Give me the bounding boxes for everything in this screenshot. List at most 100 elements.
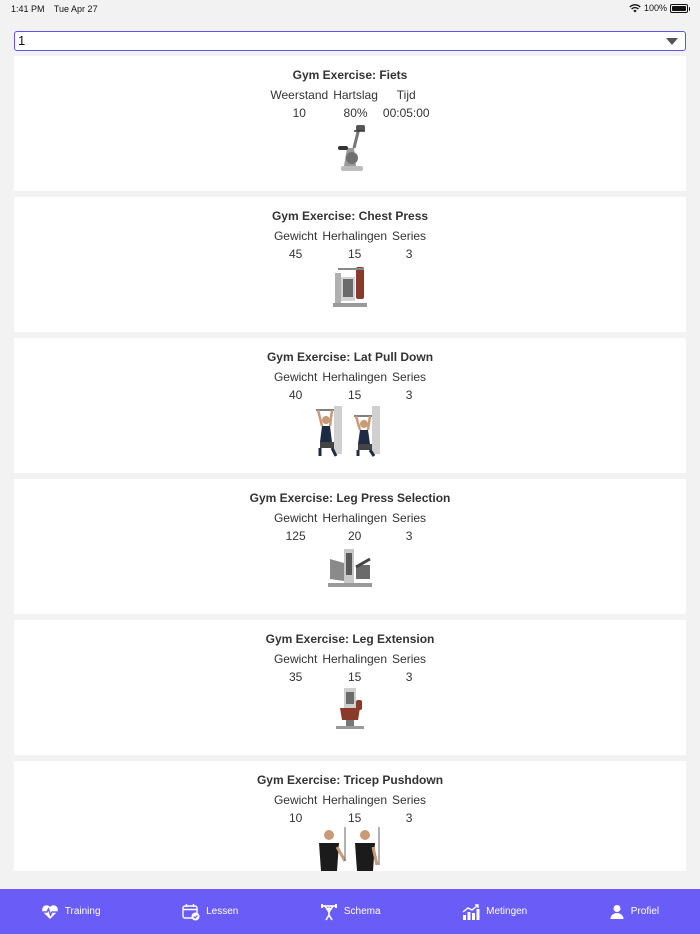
stat-label: Herhalingen bbox=[322, 511, 388, 525]
leg-extension-machine-image bbox=[336, 688, 364, 729]
stat-value: 35 bbox=[288, 670, 303, 684]
stat-value: 3 bbox=[405, 247, 413, 261]
stat-label: Gewicht bbox=[273, 511, 318, 525]
stat-value: 15 bbox=[347, 388, 362, 402]
exercise-image bbox=[14, 263, 686, 317]
exercise-image bbox=[14, 545, 686, 599]
stat-value: 10 bbox=[292, 106, 306, 120]
schedule-select-value: 1 bbox=[18, 33, 26, 48]
exercise-image bbox=[14, 404, 686, 458]
exercise-title: Gym Exercise: Leg Press Selection bbox=[249, 491, 451, 505]
stat-label: Herhalingen bbox=[322, 370, 388, 384]
chest-press-machine-image bbox=[333, 267, 367, 307]
stat-column: Hartslag 80% bbox=[331, 86, 381, 122]
stat-column: Herhalingen 20 bbox=[320, 509, 390, 545]
exercise-card[interactable]: Gym Exercise: Fiets Weerstand 10 Hartsla… bbox=[14, 56, 686, 191]
exercise-stats: Gewicht 40 Herhalingen 15 Series 3 bbox=[14, 368, 686, 404]
battery-icon bbox=[670, 3, 690, 13]
stat-label: Gewicht bbox=[273, 370, 318, 384]
stat-label: Herhalingen bbox=[322, 652, 388, 666]
stat-value: 3 bbox=[405, 811, 413, 825]
battery-percent: 100% bbox=[643, 3, 667, 13]
stat-label: Tijd bbox=[396, 88, 416, 102]
stat-value: 3 bbox=[405, 670, 413, 684]
stat-column: Series 3 bbox=[390, 227, 429, 263]
exercise-stats: Gewicht 125 Herhalingen 20 Series 3 bbox=[14, 509, 686, 545]
stat-value: 20 bbox=[347, 529, 362, 543]
tab-training[interactable]: Training bbox=[41, 904, 101, 920]
status-time: 1:41 PM bbox=[11, 4, 45, 14]
status-date: Tue Apr 27 bbox=[53, 4, 98, 14]
stat-value: 3 bbox=[405, 388, 413, 402]
stat-column: Herhalingen 15 bbox=[320, 368, 390, 404]
exercise-title: Gym Exercise: Fiets bbox=[292, 68, 408, 82]
chevron-down-icon bbox=[666, 38, 678, 45]
tab-label: Lessen bbox=[206, 906, 239, 917]
stat-value: 15 bbox=[347, 811, 362, 825]
exercise-stats: Gewicht 35 Herhalingen 15 Series 3 bbox=[14, 650, 686, 686]
person-icon bbox=[610, 904, 624, 919]
exercise-bike-image bbox=[338, 125, 365, 171]
stat-label: Series bbox=[392, 229, 427, 243]
exercise-title: Gym Exercise: Tricep Pushdown bbox=[256, 773, 444, 787]
tab-label: Schema bbox=[343, 906, 381, 917]
stat-label: Gewicht bbox=[273, 652, 318, 666]
chart-up-icon bbox=[462, 903, 480, 920]
tab-schema[interactable]: Schema bbox=[320, 903, 381, 921]
exercise-stats: Gewicht 10 Herhalingen 15 Series 3 bbox=[14, 791, 686, 827]
status-bar: 1:41 PM Tue Apr 27 100% bbox=[0, 0, 700, 18]
stat-value: 45 bbox=[288, 247, 303, 261]
stat-label: Series bbox=[392, 793, 427, 807]
stat-value: 10 bbox=[288, 811, 303, 825]
stat-value: 00:05:00 bbox=[382, 106, 430, 120]
stat-label: Series bbox=[392, 370, 427, 384]
stat-column: Gewicht 125 bbox=[271, 509, 319, 545]
stat-column: Herhalingen 15 bbox=[320, 227, 390, 263]
stat-label: Hartslag bbox=[333, 88, 378, 102]
stat-column: Gewicht 45 bbox=[271, 227, 319, 263]
lat-pull-down-image bbox=[316, 406, 380, 457]
stat-column: Series 3 bbox=[390, 650, 429, 686]
exercise-card[interactable]: Gym Exercise: Leg Press Selection Gewich… bbox=[14, 479, 686, 614]
stat-value: 15 bbox=[347, 670, 362, 684]
stat-column: Herhalingen 15 bbox=[320, 791, 390, 827]
bottom-tab-bar: Training Lessen Schema Metingen Profiel bbox=[0, 889, 700, 934]
heart-pulse-icon bbox=[41, 904, 58, 919]
exercise-stats: Gewicht 45 Herhalingen 15 Series 3 bbox=[14, 227, 686, 263]
stat-column: Series 3 bbox=[390, 368, 429, 404]
exercise-list[interactable]: Gym Exercise: Fiets Weerstand 10 Hartsla… bbox=[14, 56, 686, 871]
exercise-card[interactable]: Gym Exercise: Tricep Pushdown Gewicht 10… bbox=[14, 761, 686, 871]
stat-column: Gewicht 40 bbox=[271, 368, 319, 404]
stat-label: Herhalingen bbox=[322, 229, 388, 243]
stat-label: Weerstand bbox=[270, 88, 329, 102]
tricep-pushdown-image bbox=[319, 827, 380, 871]
stat-column: Series 3 bbox=[390, 791, 429, 827]
stat-value: 125 bbox=[285, 529, 306, 543]
tab-lessen[interactable]: Lessen bbox=[182, 903, 238, 921]
wifi-icon bbox=[629, 3, 641, 12]
schedule-select[interactable]: 1 bbox=[14, 31, 686, 51]
stat-column: Gewicht 35 bbox=[271, 650, 319, 686]
tab-profiel[interactable]: Profiel bbox=[609, 904, 659, 920]
exercise-image bbox=[14, 827, 686, 871]
stat-label: Series bbox=[392, 511, 427, 525]
stat-label: Gewicht bbox=[273, 793, 318, 807]
stat-column: Herhalingen 15 bbox=[320, 650, 390, 686]
stat-label: Series bbox=[392, 652, 427, 666]
exercise-card[interactable]: Gym Exercise: Lat Pull Down Gewicht 40 H… bbox=[14, 338, 686, 473]
exercise-image bbox=[14, 122, 686, 176]
exercise-title: Gym Exercise: Chest Press bbox=[271, 209, 429, 223]
stat-label: Herhalingen bbox=[322, 793, 388, 807]
stat-value: 80% bbox=[343, 106, 368, 120]
tab-label: Metingen bbox=[486, 906, 528, 917]
tab-label: Profiel bbox=[630, 906, 660, 917]
exercise-card[interactable]: Gym Exercise: Chest Press Gewicht 45 Her… bbox=[14, 197, 686, 332]
exercise-title: Gym Exercise: Lat Pull Down bbox=[266, 350, 434, 364]
stat-column: Weerstand 10 bbox=[268, 86, 331, 122]
stat-value: 40 bbox=[288, 388, 303, 402]
exercise-card[interactable]: Gym Exercise: Leg Extension Gewicht 35 H… bbox=[14, 620, 686, 755]
stat-column: Series 3 bbox=[390, 509, 429, 545]
leg-press-machine-image bbox=[328, 549, 372, 587]
stat-column: Gewicht 10 bbox=[271, 791, 319, 827]
tab-metingen[interactable]: Metingen bbox=[462, 903, 527, 921]
